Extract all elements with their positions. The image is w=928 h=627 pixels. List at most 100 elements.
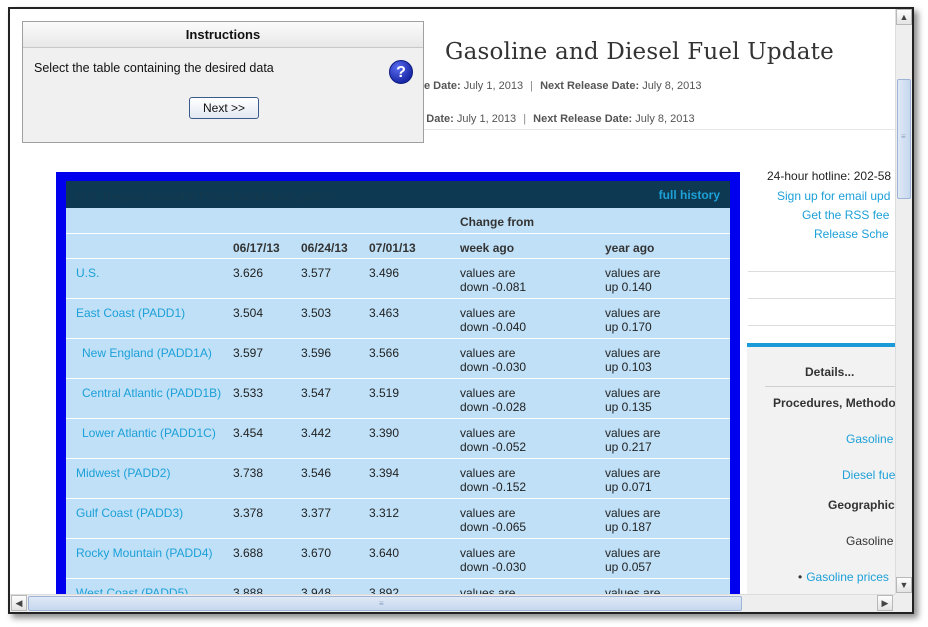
year-change-line2: up 0.187 bbox=[605, 519, 652, 534]
price-cell: 3.394 bbox=[369, 465, 400, 480]
week-change-line2: down -0.052 bbox=[460, 439, 527, 454]
year-change-line2: up 0.170 bbox=[605, 319, 652, 334]
region-link[interactable]: Midwest (PADD2) bbox=[76, 466, 170, 480]
next-release-label: Next Release Date: bbox=[533, 113, 633, 125]
region-link[interactable]: Gulf Coast (PADD3) bbox=[76, 506, 183, 520]
table-row: Central Atlantic (PADD1B) 3.533 3.547 3.519… bbox=[66, 378, 730, 419]
instructions-dialog: Instructions Select the table containing… bbox=[22, 21, 424, 143]
rss-feed-link[interactable]: Get the RSS fee bbox=[802, 208, 889, 222]
release-date-value: July 1, 2013 bbox=[456, 113, 517, 125]
week-change-line2: down -0.030 bbox=[460, 559, 527, 574]
release-date-label: e Date: bbox=[424, 80, 461, 92]
week-change-line2: down -0.081 bbox=[460, 279, 527, 294]
table-body: U.S. 3.626 3.577 3.496 values are down -0.081… bbox=[66, 258, 730, 594]
horizontal-scroll-thumb[interactable]: ≡ bbox=[28, 596, 742, 611]
scrollbar-corner bbox=[895, 594, 912, 612]
gasoline-prices-label: Gasoline prices bbox=[806, 570, 889, 584]
year-change-line2: up 0.135 bbox=[605, 399, 652, 414]
year-change-line1: values are bbox=[605, 545, 661, 560]
column-header bbox=[66, 233, 233, 259]
divider bbox=[748, 271, 895, 272]
region-link[interactable]: New England (PADD1A) bbox=[76, 346, 212, 360]
full-history-link[interactable]: full history bbox=[659, 188, 720, 202]
price-cell: 3.463 bbox=[369, 305, 400, 320]
region-link[interactable]: Lower Atlantic (PADD1C) bbox=[76, 426, 216, 440]
year-change-line2: up 0.103 bbox=[605, 359, 652, 374]
year-change-line1: values are bbox=[605, 465, 661, 480]
week-change-line1: values are bbox=[460, 545, 516, 560]
week-change-line1: values are bbox=[460, 265, 516, 280]
column-header: 06/17/13 bbox=[233, 233, 301, 259]
vertical-scroll-thumb[interactable]: ≡ bbox=[897, 79, 911, 199]
region-link[interactable]: U.S. bbox=[76, 266, 99, 280]
year-change-line1: values are bbox=[605, 425, 661, 440]
browser-window: Gasoline and Diesel Fuel Update e Date: … bbox=[8, 7, 914, 614]
divider bbox=[765, 386, 895, 387]
details-title: Details... bbox=[805, 365, 855, 379]
release-schedule-link[interactable]: Release Sche bbox=[814, 227, 889, 241]
week-change-line2: down -0.065 bbox=[460, 519, 527, 534]
scroll-up-arrow-icon[interactable]: ▲ bbox=[896, 9, 912, 25]
table-row: West Coast (PADD5) 3.888 3.948 3.892 values … bbox=[66, 578, 730, 594]
year-change-line1: values are bbox=[605, 505, 661, 520]
column-header: 07/01/13 bbox=[369, 233, 460, 259]
price-cell: 3.888 bbox=[233, 585, 264, 595]
gasoline-prices-table[interactable]: U.S. Regular Gasoline Prices (dollars pe… bbox=[66, 181, 730, 594]
release-dates-row: se Date: July 1, 2013 | Next Release Dat… bbox=[411, 113, 695, 125]
week-change-line2: down -0.030 bbox=[460, 359, 527, 374]
week-change-line1: values are bbox=[460, 425, 516, 440]
price-cell: 3.546 bbox=[301, 465, 332, 480]
next-release-value: July 8, 2013 bbox=[642, 80, 702, 92]
instructions-text: Select the table containing the desired … bbox=[34, 61, 274, 75]
price-cell: 3.626 bbox=[233, 265, 264, 280]
divider bbox=[748, 298, 895, 299]
horizontal-scrollbar[interactable]: ◀ ≡ ▶ bbox=[10, 594, 895, 612]
price-cell: 3.688 bbox=[233, 545, 264, 560]
price-cell: 3.533 bbox=[233, 385, 264, 400]
week-change-line2: down -0.040 bbox=[460, 319, 527, 334]
price-cell: 3.597 bbox=[233, 345, 264, 360]
price-cell: 3.566 bbox=[369, 345, 400, 360]
region-link[interactable]: Central Atlantic (PADD1B) bbox=[76, 386, 221, 400]
table-row: Midwest (PADD2) 3.738 3.546 3.394 values are… bbox=[66, 458, 730, 499]
diesel-fuel-link[interactable]: Diesel fue bbox=[842, 468, 895, 482]
region-link[interactable]: West Coast (PADD5) bbox=[76, 586, 188, 595]
hotline-text: 24-hour hotline: 202-58 bbox=[767, 169, 892, 183]
vertical-scrollbar[interactable]: ▲ ≡ ▼ bbox=[895, 9, 912, 594]
gasoline-link[interactable]: Gasoline bbox=[846, 432, 893, 446]
next-button[interactable]: Next >> bbox=[189, 97, 259, 119]
table-caption: U.S. Regular Gasoline Prices (dollars pe… bbox=[76, 189, 335, 203]
scroll-right-arrow-icon[interactable]: ▶ bbox=[877, 595, 893, 611]
gasoline-label: Gasoline bbox=[846, 534, 894, 548]
divider bbox=[410, 129, 895, 130]
price-cell: 3.377 bbox=[301, 505, 332, 520]
page-viewport: Gasoline and Diesel Fuel Update e Date: … bbox=[10, 9, 895, 594]
price-cell: 3.519 bbox=[369, 385, 400, 400]
gasoline-prices-link[interactable]: • Gasoline prices bbox=[798, 570, 889, 584]
price-cell: 3.504 bbox=[233, 305, 264, 320]
price-cell: 3.547 bbox=[301, 385, 332, 400]
scroll-down-arrow-icon[interactable]: ▼ bbox=[896, 577, 912, 593]
region-link[interactable]: Rocky Mountain (PADD4) bbox=[76, 546, 213, 560]
week-change-line2: down -0.152 bbox=[460, 479, 527, 494]
year-change-line1: values are bbox=[605, 265, 661, 280]
year-change-line2: up 0.217 bbox=[605, 439, 652, 454]
price-cell: 3.390 bbox=[369, 425, 400, 440]
procedures-heading: Procedures, Methodo bbox=[773, 396, 895, 410]
table-row: Gulf Coast (PADD3) 3.378 3.377 3.312 values … bbox=[66, 498, 730, 539]
week-change-line1: values are bbox=[460, 585, 516, 595]
column-header: week ago bbox=[460, 233, 605, 259]
region-link[interactable]: East Coast (PADD1) bbox=[76, 306, 185, 320]
column-header: year ago bbox=[605, 233, 730, 259]
week-change-line1: values are bbox=[460, 465, 516, 480]
divider bbox=[748, 325, 895, 326]
year-change-line2: up 0.071 bbox=[605, 479, 652, 494]
email-signup-link[interactable]: Sign up for email upd bbox=[777, 189, 890, 203]
table-row: East Coast (PADD1) 3.504 3.503 3.463 values … bbox=[66, 298, 730, 339]
change-from-header: Change from bbox=[460, 208, 730, 234]
table-header-bar: U.S. Regular Gasoline Prices (dollars pe… bbox=[66, 181, 730, 208]
scroll-left-arrow-icon[interactable]: ◀ bbox=[11, 595, 27, 611]
grip-icon: ≡ bbox=[901, 132, 906, 141]
question-mark-icon[interactable]: ? bbox=[389, 60, 413, 84]
table-row: New England (PADD1A) 3.597 3.596 3.566 value… bbox=[66, 338, 730, 379]
